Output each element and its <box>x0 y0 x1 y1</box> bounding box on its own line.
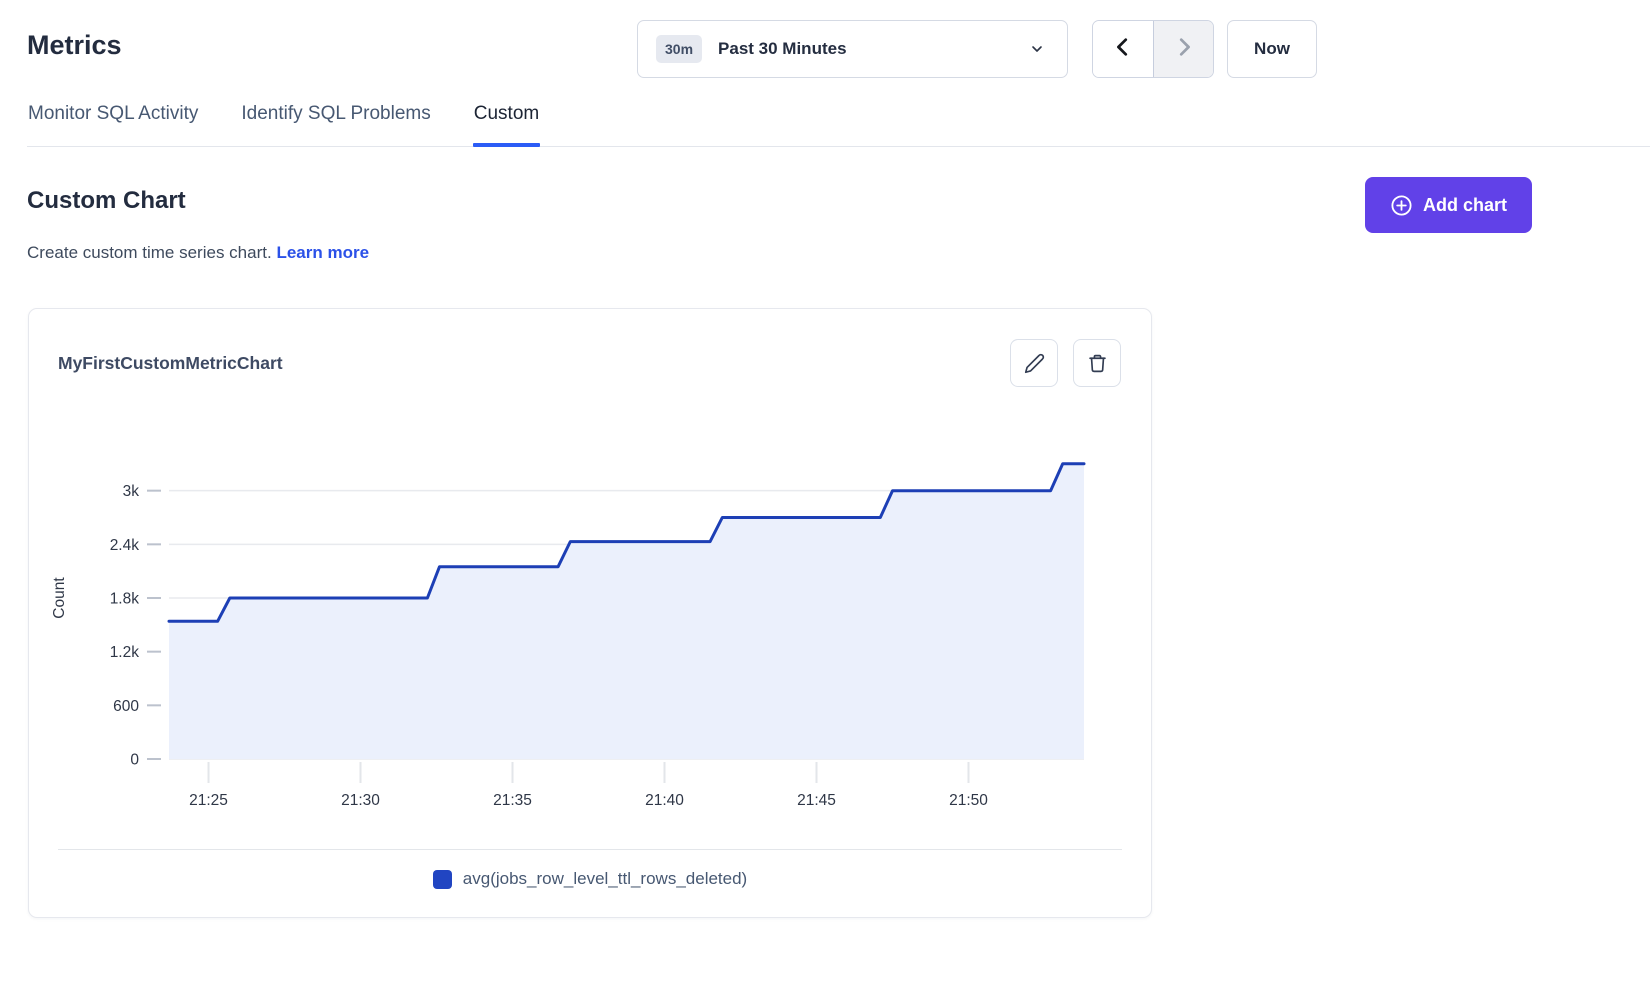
svg-text:21:45: 21:45 <box>797 792 836 809</box>
section-title: Custom Chart <box>27 187 186 215</box>
legend-label: avg(jobs_row_level_ttl_rows_deleted) <box>463 869 747 889</box>
svg-text:2.4k: 2.4k <box>110 537 140 554</box>
legend-swatch <box>433 870 452 889</box>
tab-bar: Monitor SQL Activity Identify SQL Proble… <box>27 101 1650 147</box>
svg-text:1.2k: 1.2k <box>110 644 140 661</box>
edit-chart-button[interactable] <box>1010 339 1058 387</box>
chart-card-header: MyFirstCustomMetricChart <box>29 309 1151 387</box>
prev-interval-button[interactable] <box>1093 21 1153 77</box>
tab-custom[interactable]: Custom <box>473 101 540 146</box>
tab-monitor-sql-activity[interactable]: Monitor SQL Activity <box>27 101 199 146</box>
page-title: Metrics <box>27 30 122 61</box>
metrics-page: Metrics 30m Past 30 Minutes Now Monitor <box>0 0 1650 982</box>
chevron-right-icon <box>1173 36 1195 63</box>
pencil-icon <box>1024 353 1045 374</box>
svg-text:Count: Count <box>51 577 68 619</box>
add-chart-label: Add chart <box>1423 195 1507 216</box>
custom-chart-card: MyFirstCustomMetricChart 0 600 1.2k 1.8k 2.4… <box>28 308 1152 918</box>
section-subtitle: Create custom time series chart. Learn m… <box>27 243 369 263</box>
svg-text:21:35: 21:35 <box>493 792 532 809</box>
time-nav-group <box>1092 20 1214 78</box>
chevron-left-icon <box>1112 36 1134 63</box>
time-range-badge: 30m <box>656 35 702 63</box>
svg-text:0: 0 <box>130 752 139 769</box>
svg-text:21:30: 21:30 <box>341 792 380 809</box>
svg-text:21:40: 21:40 <box>645 792 684 809</box>
chart-area[interactable]: 0 600 1.2k 1.8k 2.4k 3k 21:25 21:30 21:35 21:40 21… <box>29 419 1096 822</box>
subtitle-text: Create custom time series chart. <box>27 243 272 262</box>
plus-circle-icon <box>1390 194 1413 217</box>
card-divider <box>58 849 1122 850</box>
add-chart-button[interactable]: Add chart <box>1365 177 1532 233</box>
time-range-label: Past 30 Minutes <box>718 39 1029 59</box>
now-button[interactable]: Now <box>1227 20 1317 78</box>
chart-title: MyFirstCustomMetricChart <box>58 353 995 374</box>
tab-identify-sql-problems[interactable]: Identify SQL Problems <box>240 101 431 146</box>
time-range-select[interactable]: 30m Past 30 Minutes <box>637 20 1068 78</box>
chevron-down-icon <box>1029 41 1045 57</box>
delete-chart-button[interactable] <box>1073 339 1121 387</box>
time-controls: 30m Past 30 Minutes Now <box>637 20 1317 78</box>
metric-chart-svg[interactable]: 0 600 1.2k 1.8k 2.4k 3k 21:25 21:30 21:35 21:40 21… <box>29 419 1096 817</box>
chart-legend[interactable]: avg(jobs_row_level_ttl_rows_deleted) <box>29 869 1151 889</box>
learn-more-link[interactable]: Learn more <box>276 243 369 262</box>
svg-text:600: 600 <box>113 698 139 715</box>
trash-icon <box>1087 353 1108 374</box>
svg-text:3k: 3k <box>123 483 140 500</box>
svg-text:1.8k: 1.8k <box>110 591 140 608</box>
svg-text:21:25: 21:25 <box>189 792 228 809</box>
svg-text:21:50: 21:50 <box>949 792 988 809</box>
next-interval-button <box>1153 21 1213 77</box>
